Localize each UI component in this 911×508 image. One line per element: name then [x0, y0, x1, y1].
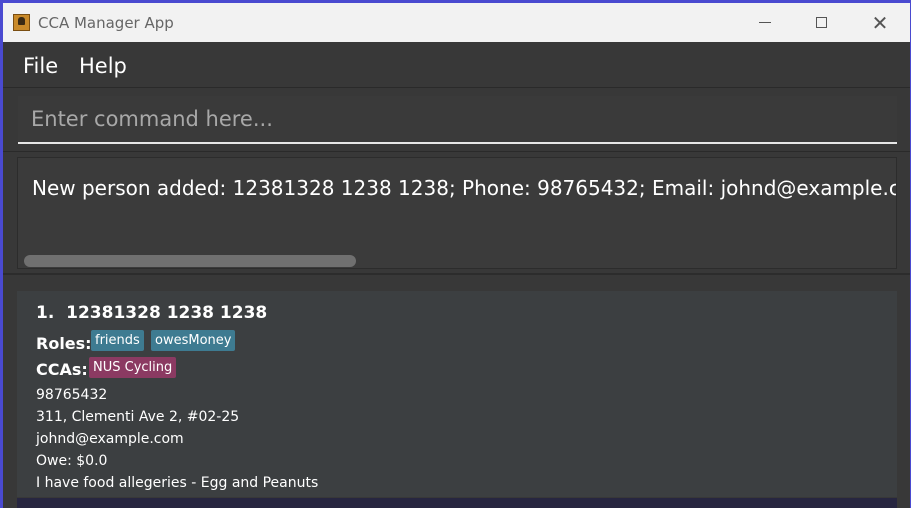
role-tag: owesMoney [151, 330, 236, 351]
minimize-button[interactable] [736, 3, 794, 42]
menu-file[interactable]: File [23, 54, 58, 78]
close-icon: ✕ [871, 10, 889, 35]
menu-help[interactable]: Help [79, 54, 127, 78]
next-card-edge [17, 498, 897, 508]
address-book-icon [13, 14, 30, 31]
person-index: 1. [36, 303, 55, 323]
person-name: 12381328 1238 1238 [66, 303, 268, 323]
menu-bar: File Help [3, 42, 910, 88]
ccas-label: CCAs: [36, 360, 88, 379]
maximize-icon [815, 17, 827, 28]
app-window: CCA Manager App ✕ File Help New person a… [3, 3, 910, 508]
cca-tag: NUS Cycling [89, 357, 177, 378]
person-email: johnd@example.com [36, 431, 184, 447]
command-input[interactable] [18, 96, 897, 144]
window-title: CCA Manager App [38, 14, 174, 32]
person-list[interactable]: 1. 12381328 1238 1238 Roles: friends owe… [3, 275, 910, 508]
role-tag: friends [91, 330, 144, 351]
result-display-area: New person added: 12381328 1238 1238; Ph… [3, 152, 910, 272]
person-name-row: 1. 12381328 1238 1238 [36, 303, 267, 323]
person-card[interactable]: 1. 12381328 1238 1238 Roles: friends owe… [17, 291, 897, 497]
result-message: New person added: 12381328 1238 1238; Ph… [32, 176, 896, 200]
person-remark: I have food allegeries - Egg and Peanuts [36, 475, 319, 491]
maximize-button[interactable] [792, 3, 850, 42]
person-phone: 98765432 [36, 387, 108, 403]
horizontal-scrollbar-thumb[interactable] [24, 255, 356, 267]
title-bar[interactable]: CCA Manager App ✕ [3, 3, 910, 42]
roles-label: Roles: [36, 334, 92, 353]
person-address: 311, Clementi Ave 2, #02-25 [36, 409, 240, 425]
person-owe: Owe: $0.0 [36, 453, 108, 469]
command-box-area [3, 88, 910, 152]
result-display[interactable]: New person added: 12381328 1238 1238; Ph… [17, 157, 897, 269]
close-button[interactable]: ✕ [851, 3, 909, 42]
minimize-icon [759, 22, 771, 23]
